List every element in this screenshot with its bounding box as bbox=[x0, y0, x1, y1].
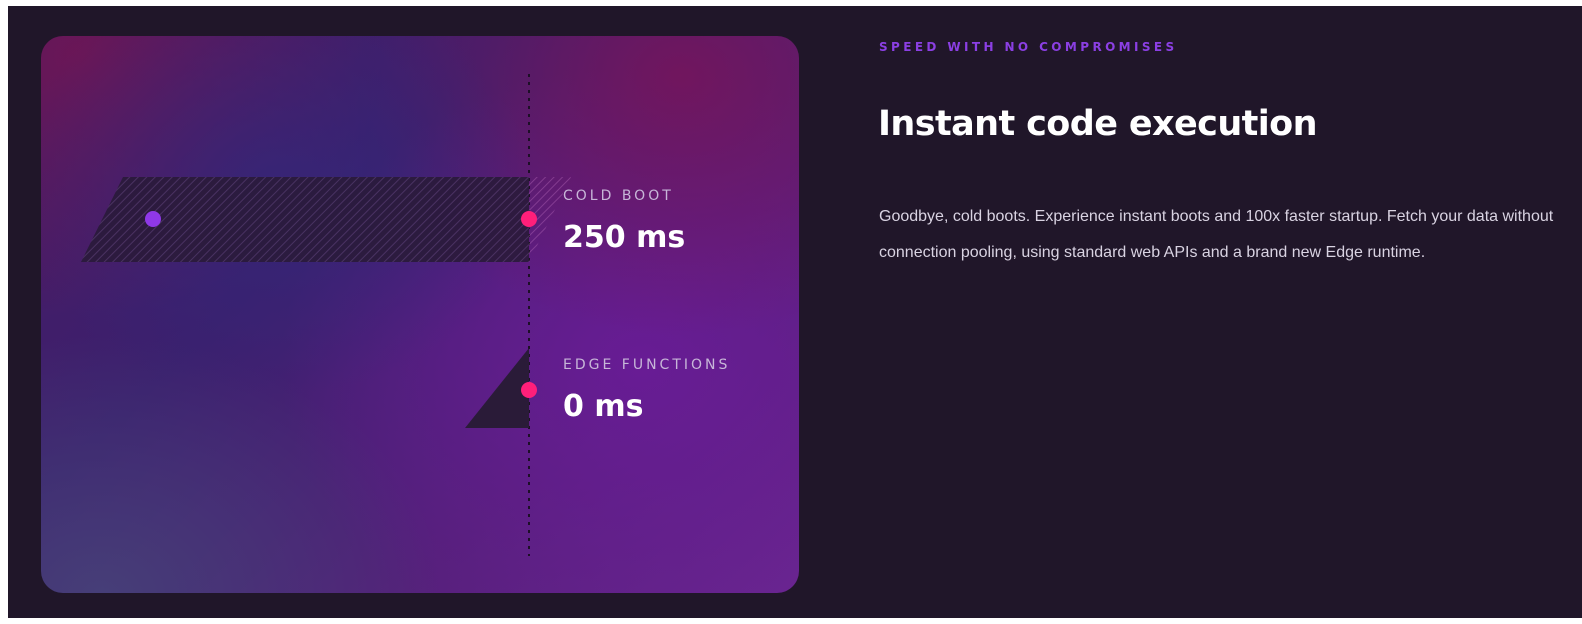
cold-boot-label: COLD BOOT bbox=[563, 188, 674, 204]
edge-functions-dot bbox=[521, 382, 537, 398]
section-headline: Instant code execution bbox=[878, 104, 1318, 144]
edge-functions-value: 0 ms bbox=[563, 389, 644, 424]
section-eyebrow: SPEED WITH NO COMPROMISES bbox=[879, 40, 1178, 54]
feature-section: COLD BOOT 250 ms EDGE FUNCTIONS 0 ms SPE… bbox=[8, 6, 1582, 618]
edge-functions-label: EDGE FUNCTIONS bbox=[563, 357, 731, 373]
cold-boot-start-dot bbox=[145, 211, 161, 227]
edge-functions-wedge bbox=[465, 348, 529, 428]
boot-time-illustration: COLD BOOT 250 ms EDGE FUNCTIONS 0 ms bbox=[41, 36, 799, 593]
cold-boot-value: 250 ms bbox=[563, 220, 686, 255]
boot-time-graphic bbox=[81, 74, 571, 556]
cold-boot-end-dot bbox=[521, 211, 537, 227]
section-description: Goodbye, cold boots. Experience instant … bbox=[879, 208, 1554, 261]
